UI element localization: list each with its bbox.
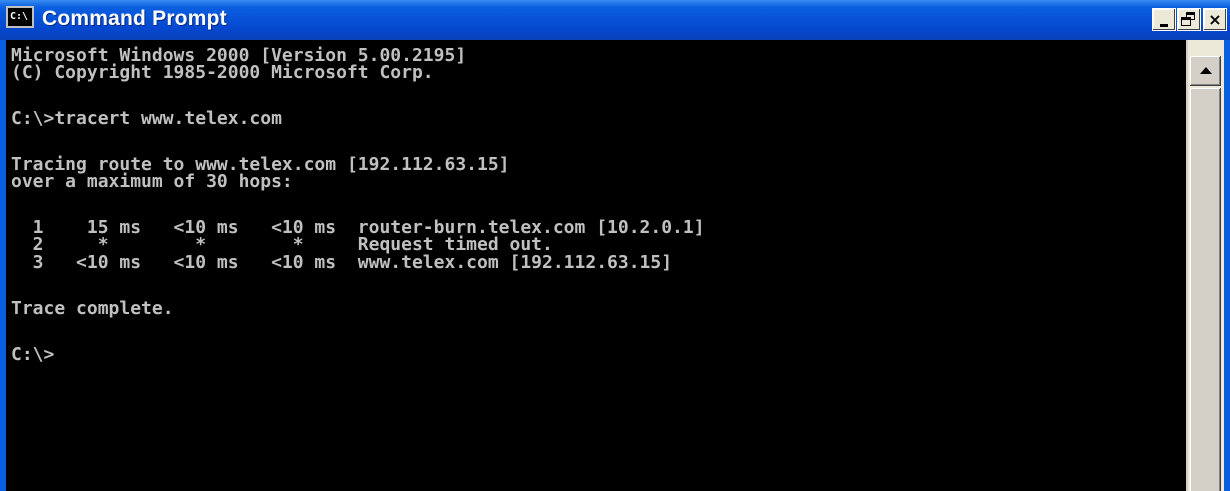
title-bar[interactable]: C:\ Command Prompt × xyxy=(0,0,1230,40)
arrow-up-icon xyxy=(1200,67,1212,74)
console-output[interactable]: Microsoft Windows 2000 [Version 5.00.219… xyxy=(6,40,1186,491)
minimize-icon xyxy=(1160,24,1168,27)
command-prompt-line: C:\> xyxy=(11,344,55,365)
command-prompt-icon[interactable]: C:\ xyxy=(6,6,34,28)
hop-row: 3 <10 ms <10 ms <10 ms www.telex.com [19… xyxy=(11,252,673,273)
command-prompt-window: C:\ Command Prompt × Microsoft Windows 2… xyxy=(0,0,1230,491)
restore-button[interactable] xyxy=(1177,8,1201,31)
window-frame-right xyxy=(1224,40,1230,491)
window-title: Command Prompt xyxy=(42,7,227,30)
close-icon: × xyxy=(1208,10,1222,29)
console-line: C:\>tracert www.telex.com xyxy=(11,108,282,129)
close-button[interactable]: × xyxy=(1203,8,1227,31)
scroll-up-button[interactable] xyxy=(1190,56,1221,86)
console-line: Trace complete. xyxy=(11,298,174,319)
console-line: over a maximum of 30 hops: xyxy=(11,171,293,192)
scroll-thumb[interactable] xyxy=(1190,88,1221,491)
minimize-button[interactable] xyxy=(1152,8,1176,31)
console-line: (C) Copyright 1985-2000 Microsoft Corp. xyxy=(11,62,434,83)
